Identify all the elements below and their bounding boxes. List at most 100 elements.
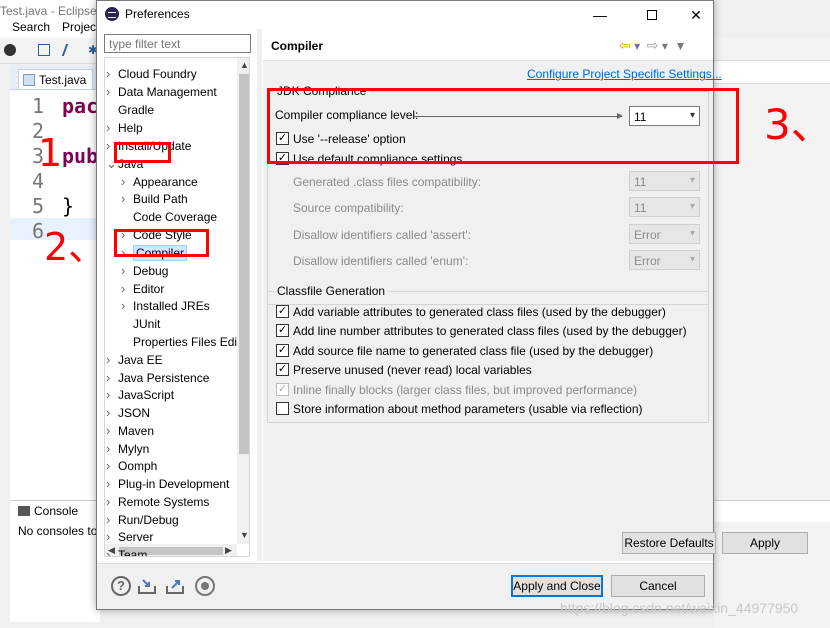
tree-item[interactable]: › Build Path (121, 190, 188, 208)
tree-item[interactable]: › Maven (106, 422, 154, 440)
tree-item[interactable]: ⌄ Java (106, 155, 143, 173)
tree-item[interactable]: › Installed JREs (121, 297, 210, 315)
chevron-right-icon[interactable]: › (106, 546, 116, 556)
chevron-right-icon[interactable]: › (106, 404, 116, 422)
tree-item[interactable]: › Data Management (106, 83, 217, 101)
console-tab[interactable]: Console (18, 504, 78, 518)
tree-item[interactable]: › Remote Systems (106, 493, 209, 511)
tree-item[interactable]: › Help (106, 119, 143, 137)
chevron-right-icon[interactable]: › (121, 244, 131, 262)
pane-sash[interactable] (257, 29, 262, 561)
tree-item[interactable]: › Plug-in Development (106, 475, 229, 493)
tree-item[interactable]: › Mylyn (106, 440, 149, 458)
jdk-compliance-group: JDK Compliance Compiler compliance level… (267, 84, 709, 305)
tree-item[interactable]: › Debug (121, 262, 168, 280)
tree-item[interactable]: › Run/Debug (106, 511, 179, 529)
checkbox-box[interactable]: ✓ (276, 132, 289, 145)
tree-item-label: JUnit (133, 317, 161, 331)
scroll-down-icon[interactable]: ▼ (240, 530, 249, 540)
tree-item[interactable]: Code Coverage (133, 208, 217, 226)
chevron-right-icon[interactable]: › (106, 386, 116, 404)
apply-button[interactable]: Apply (722, 532, 808, 554)
tree-item[interactable]: Properties Files Edi (133, 333, 237, 351)
chevron-right-icon[interactable]: › (121, 226, 131, 244)
tree-item[interactable]: › JSON (106, 404, 150, 422)
editor-tab-test-java[interactable]: Test.java (18, 69, 94, 89)
tree-item[interactable]: › Java EE (106, 351, 163, 369)
checkbox-box[interactable] (276, 402, 289, 415)
preferences-tree: ▲ ▼ ◀ ▶ › Cloud Foundry › Data Management Gr… (104, 57, 250, 557)
chevron-right-icon[interactable]: › (106, 457, 116, 475)
code-line-3: pub (62, 144, 99, 168)
tree-item[interactable]: › Editor (121, 280, 164, 298)
scroll-right-icon[interactable]: ▶ (225, 545, 232, 556)
tree-vertical-scrollbar[interactable]: ▲ ▼ (237, 58, 249, 544)
tree-item-label: Code Style (133, 228, 192, 242)
chevron-right-icon[interactable]: › (106, 369, 116, 387)
toolbar-slash-icon[interactable] (61, 44, 79, 56)
checkbox-box[interactable]: ✓ (276, 344, 289, 357)
back-arrow-icon[interactable]: ⇦ (619, 37, 631, 53)
toolbar-window-icon[interactable] (38, 44, 50, 56)
checkbox-box: ✓ (276, 383, 289, 396)
tree-item[interactable]: Gradle (118, 101, 154, 119)
tree-item[interactable]: › Appearance (121, 173, 198, 191)
cancel-button[interactable]: Cancel (611, 575, 705, 597)
tree-item[interactable]: › JavaScript (106, 386, 174, 404)
export-icon[interactable] (165, 576, 185, 596)
filter-input[interactable] (104, 34, 251, 53)
checkbox-box[interactable]: ✓ (276, 363, 289, 376)
view-menu-icon[interactable]: ▼ (675, 39, 687, 53)
checkbox-box[interactable]: ✓ (276, 305, 289, 318)
chevron-right-icon[interactable]: › (121, 297, 131, 315)
configure-project-settings-link[interactable]: Configure Project Specific Settings... (527, 67, 722, 81)
tree-item[interactable]: › Java Persistence (106, 369, 209, 387)
classfile-option-label: Inline finally blocks (larger class file… (293, 383, 638, 397)
tree-item[interactable]: › Code Style (121, 226, 192, 244)
chevron-right-icon[interactable]: › (106, 440, 116, 458)
tree-item[interactable]: › Cloud Foundry (106, 65, 197, 83)
apply-and-close-button[interactable]: Apply and Close (511, 575, 603, 597)
chevron-right-icon[interactable]: › (106, 528, 116, 546)
tree-item[interactable]: JUnit (133, 315, 160, 333)
chevron-right-icon[interactable]: › (106, 422, 116, 440)
chevron-right-icon[interactable]: › (121, 262, 131, 280)
chevron-down-icon[interactable]: ⌄ (106, 155, 117, 173)
chevron-right-icon[interactable]: › (121, 280, 131, 298)
assert-identifier-label: Disallow identifiers called 'assert': (293, 228, 471, 242)
menu-project[interactable]: Project (62, 20, 99, 34)
chevron-right-icon[interactable]: › (106, 511, 116, 529)
tree-item[interactable]: › Server (106, 528, 153, 546)
toolbar-person-icon[interactable] (4, 44, 16, 56)
chevron-right-icon[interactable]: › (106, 493, 116, 511)
tree-item[interactable]: › Compiler (121, 244, 188, 262)
menu-search[interactable]: Search (12, 20, 50, 34)
maximize-button[interactable] (629, 1, 675, 29)
record-icon[interactable] (195, 576, 215, 596)
chevron-right-icon[interactable]: › (106, 65, 116, 83)
checkbox-box[interactable]: ✓ (276, 152, 289, 165)
tree-item[interactable]: › Team (106, 546, 147, 556)
scroll-thumb[interactable] (239, 74, 249, 454)
chevron-right-icon[interactable]: › (121, 173, 131, 191)
help-icon[interactable]: ? (111, 576, 131, 596)
tree-item-label: Properties Files Edi (133, 335, 238, 349)
chevron-right-icon[interactable]: › (106, 137, 116, 155)
history-nav: ⇦ ▾ ⇨ ▾ ▼ (619, 37, 687, 53)
chevron-right-icon[interactable]: › (106, 119, 116, 137)
tree-item[interactable]: › Install/Update (106, 137, 191, 155)
chevron-right-icon[interactable]: › (106, 83, 116, 101)
compliance-level-select[interactable]: 11 ▾ (629, 106, 700, 126)
chevron-right-icon[interactable]: › (106, 475, 116, 493)
forward-arrow-icon[interactable]: ⇨ (647, 37, 659, 53)
scroll-up-icon[interactable]: ▲ (240, 60, 249, 70)
restore-defaults-button[interactable]: Restore Defaults (622, 532, 716, 554)
chevron-right-icon[interactable]: › (121, 190, 131, 208)
minimize-button[interactable]: — (577, 1, 623, 29)
chevron-down-icon: ▾ (689, 254, 695, 265)
close-button[interactable]: ✕ (673, 1, 719, 29)
tree-item[interactable]: › Oomph (106, 457, 157, 475)
chevron-right-icon[interactable]: › (106, 351, 116, 369)
checkbox-box[interactable]: ✓ (276, 324, 289, 337)
import-icon[interactable] (137, 576, 157, 596)
